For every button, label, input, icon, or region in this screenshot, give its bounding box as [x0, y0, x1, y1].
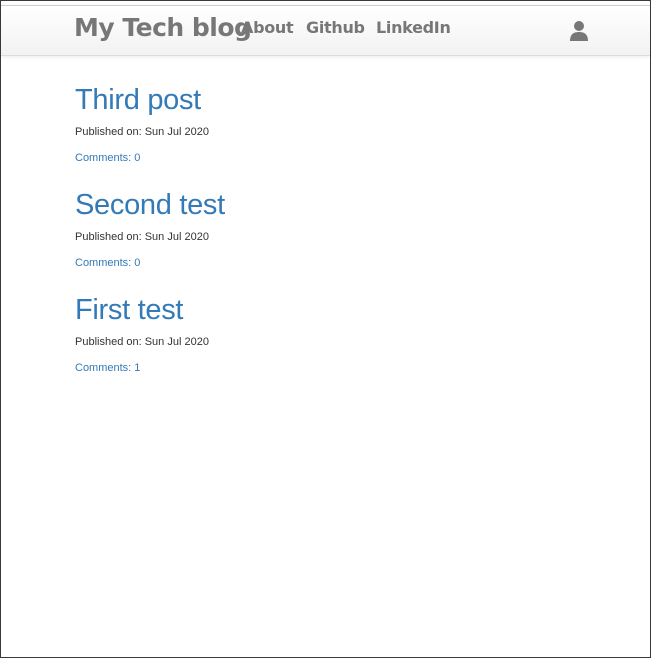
site-brand-link[interactable]: My Tech blog: [74, 11, 252, 45]
post-published-date: Published on: Sun Jul 2020: [75, 126, 209, 138]
post-title-link[interactable]: First test: [75, 291, 575, 329]
post-item: Third post Published on: Sun Jul 2020 Co…: [75, 81, 575, 186]
browser-viewport: My Tech blog About Github LinkedIn Third…: [0, 0, 651, 658]
nav-link-github[interactable]: Github: [306, 17, 365, 39]
nav-link-linkedin[interactable]: LinkedIn: [376, 17, 451, 39]
nav-link-about[interactable]: About: [241, 17, 294, 39]
post-comments-link[interactable]: Comments: 0: [75, 256, 575, 270]
post-item: First test Published on: Sun Jul 2020 Co…: [75, 291, 575, 396]
post-published-date: Published on: Sun Jul 2020: [75, 336, 209, 348]
post-list: Third post Published on: Sun Jul 2020 Co…: [75, 81, 575, 396]
post-comments-link[interactable]: Comments: 1: [75, 361, 575, 375]
post-item: Second test Published on: Sun Jul 2020 C…: [75, 186, 575, 291]
post-title-link[interactable]: Second test: [75, 186, 575, 224]
post-published-date: Published on: Sun Jul 2020: [75, 231, 209, 243]
user-icon[interactable]: [569, 20, 589, 42]
top-navbar: My Tech blog About Github LinkedIn: [1, 5, 650, 56]
post-comments-link[interactable]: Comments: 0: [75, 151, 575, 165]
post-title-link[interactable]: Third post: [75, 81, 575, 119]
